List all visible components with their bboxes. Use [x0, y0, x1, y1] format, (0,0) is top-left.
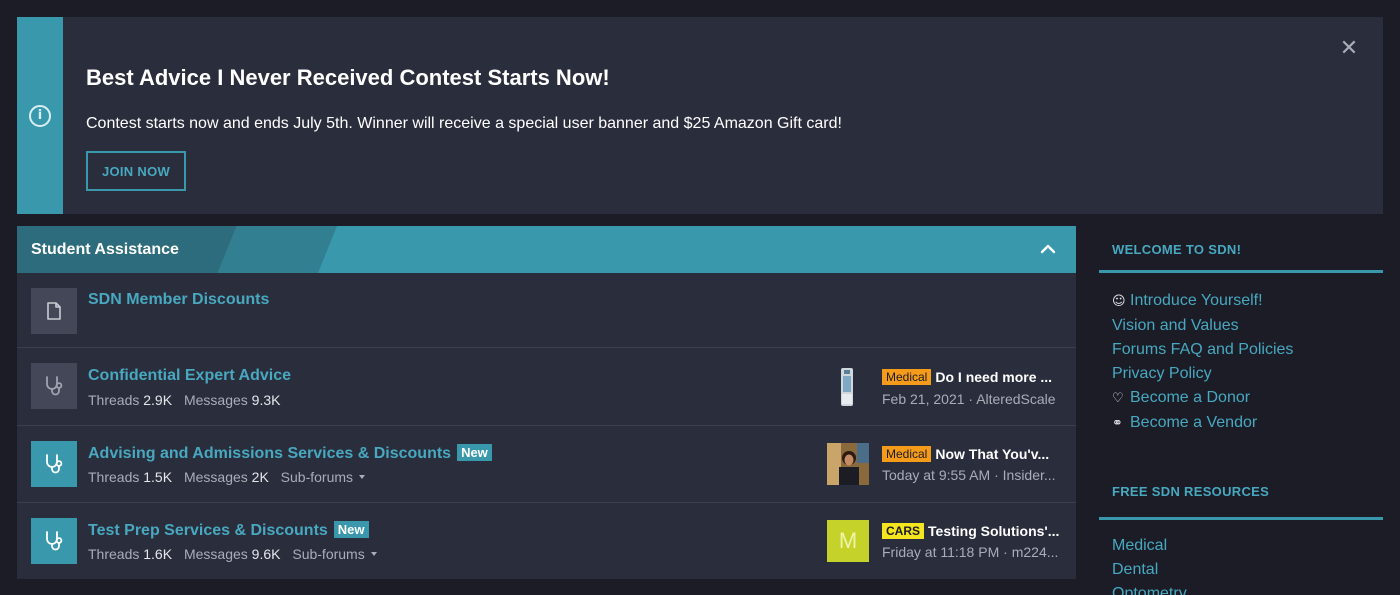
sidebar: WELCOME TO SDN! ☺ Introduce Yourself! Vis…	[1099, 226, 1383, 595]
last-post-text[interactable]: Now That You'v...	[935, 446, 1049, 462]
forum-node-advising-admissions: Advising and Admissions Services & Disco…	[17, 425, 1076, 502]
last-post-title[interactable]: CARS Testing Solutions'...	[882, 523, 1062, 539]
document-icon	[31, 288, 77, 334]
node-stats: Threads 1.5K Messages 2K Sub-forums	[88, 469, 366, 485]
messages-count: 2K	[251, 469, 269, 485]
last-post-text[interactable]: Testing Solutions'...	[928, 523, 1059, 539]
stethoscope-icon	[31, 518, 77, 564]
threads-label: Threads	[88, 392, 140, 408]
category-title[interactable]: Student Assistance	[31, 241, 179, 259]
last-post-meta: Friday at 11:18 PM · m224...	[882, 544, 1059, 560]
link-medical[interactable]: Medical	[1099, 534, 1383, 558]
node-title[interactable]: Test Prep Services & Discounts New	[88, 521, 369, 540]
new-badge: New	[457, 444, 492, 461]
node-title-text[interactable]: Test Prep Services & Discounts	[88, 522, 328, 539]
heart-icon: ♡	[1112, 391, 1124, 406]
category-header: Student Assistance	[17, 226, 1076, 273]
link-label[interactable]: Introduce Yourself!	[1130, 292, 1263, 309]
link-forums-faq[interactable]: Forums FAQ and Policies	[1099, 338, 1383, 362]
subforums-label[interactable]: Sub-forums	[281, 469, 353, 485]
link-introduce-yourself[interactable]: ☺ Introduce Yourself!	[1099, 289, 1383, 314]
sidebar-resources-title: FREE SDN RESOURCES	[1112, 484, 1270, 499]
link-label[interactable]: Become a Vendor	[1130, 414, 1257, 431]
avatar[interactable]	[827, 366, 869, 408]
node-title[interactable]: SDN Member Discounts	[88, 291, 269, 309]
prefix-medical: Medical	[882, 369, 932, 385]
handshake-icon: ⚭	[1112, 416, 1123, 431]
notice-title: Best Advice I Never Received Contest Sta…	[86, 65, 610, 90]
smile-icon: ☺	[1112, 294, 1126, 309]
link-become-donor[interactable]: ♡ Become a Donor	[1099, 386, 1383, 411]
avatar[interactable]	[827, 443, 869, 485]
prefix-cars: CARS	[882, 523, 925, 539]
caret-down-icon[interactable]	[370, 552, 377, 556]
last-post-user[interactable]: AlteredScale	[976, 391, 1055, 407]
stethoscope-icon	[31, 441, 77, 487]
forum-node-member-discounts: SDN Member Discounts	[17, 273, 1076, 347]
threads-label: Threads	[88, 469, 140, 485]
resources-links: Medical Dental Optometry	[1099, 520, 1383, 595]
messages-count: 9.3K	[251, 392, 281, 408]
threads-count: 1.5K	[143, 469, 173, 485]
info-icon: i	[29, 105, 51, 127]
threads-label: Threads	[88, 546, 140, 562]
link-vision-values[interactable]: Vision and Values	[1099, 314, 1383, 338]
join-now-button[interactable]: JOIN NOW	[86, 151, 186, 191]
node-title[interactable]: Confidential Expert Advice	[88, 367, 291, 385]
link-privacy-policy[interactable]: Privacy Policy	[1099, 362, 1383, 386]
last-post-user[interactable]: m224...	[1012, 544, 1059, 560]
node-stats: Threads 1.6K Messages 9.6K Sub-forums	[88, 546, 377, 562]
subforums-toggle[interactable]: Sub-forums	[292, 546, 377, 562]
prefix-medical: Medical	[882, 446, 932, 462]
header-stripe-accent	[318, 226, 1076, 273]
subforums-toggle[interactable]: Sub-forums	[281, 469, 366, 485]
node-stats: Threads 2.9K Messages 9.3K	[88, 392, 280, 408]
notice-text: Contest starts now and ends July 5th. Wi…	[86, 115, 842, 132]
caret-down-icon[interactable]	[359, 475, 366, 479]
node-title[interactable]: Advising and Admissions Services & Disco…	[88, 444, 492, 463]
link-become-vendor[interactable]: ⚭ Become a Vendor	[1099, 411, 1383, 436]
last-post-date[interactable]: Feb 21, 2021	[882, 391, 965, 407]
link-dental[interactable]: Dental	[1099, 558, 1383, 582]
last-post-title[interactable]: Medical Now That You'v...	[882, 446, 1062, 462]
sidebar-welcome-title: WELCOME TO SDN!	[1112, 242, 1242, 257]
last-post-date[interactable]: Today at 9:55 AM	[882, 467, 990, 483]
avatar[interactable]: M	[827, 520, 869, 562]
stethoscope-icon	[31, 363, 77, 409]
node-title-text[interactable]: Advising and Admissions Services & Disco…	[88, 445, 451, 462]
messages-label: Messages	[183, 546, 248, 562]
chevron-up-icon[interactable]	[1036, 237, 1060, 261]
last-post-meta: Today at 9:55 AM · Insider...	[882, 467, 1056, 483]
last-post-date[interactable]: Friday at 11:18 PM	[882, 544, 999, 560]
new-badge: New	[333, 521, 369, 538]
last-post-meta: Feb 21, 2021 · AlteredScale	[882, 391, 1056, 407]
forum-node-expert-advice: Confidential Expert Advice Threads 2.9K …	[17, 347, 1076, 425]
messages-label: Messages	[183, 469, 248, 485]
link-label[interactable]: Become a Donor	[1130, 389, 1250, 406]
last-post-title[interactable]: Medical Do I need more ...	[882, 369, 1062, 385]
last-post-user[interactable]: Insider...	[1003, 467, 1056, 483]
forum-category-student-assistance: Student Assistance SDN Member Discounts …	[17, 226, 1076, 579]
link-optometry[interactable]: Optometry	[1099, 582, 1383, 595]
threads-count: 1.6K	[143, 546, 173, 562]
close-icon[interactable]: ✕	[1339, 38, 1359, 60]
welcome-links: ☺ Introduce Yourself! Vision and Values F…	[1099, 273, 1383, 436]
notice-strip: i	[17, 17, 63, 214]
subforums-label[interactable]: Sub-forums	[292, 546, 364, 562]
last-post-text[interactable]: Do I need more ...	[935, 369, 1052, 385]
threads-count: 2.9K	[143, 392, 173, 408]
contest-notice: i Best Advice I Never Received Contest S…	[17, 17, 1383, 214]
messages-label: Messages	[183, 392, 248, 408]
forum-node-test-prep: Test Prep Services & Discounts New Thread…	[17, 502, 1076, 579]
messages-count: 9.6K	[251, 546, 281, 562]
